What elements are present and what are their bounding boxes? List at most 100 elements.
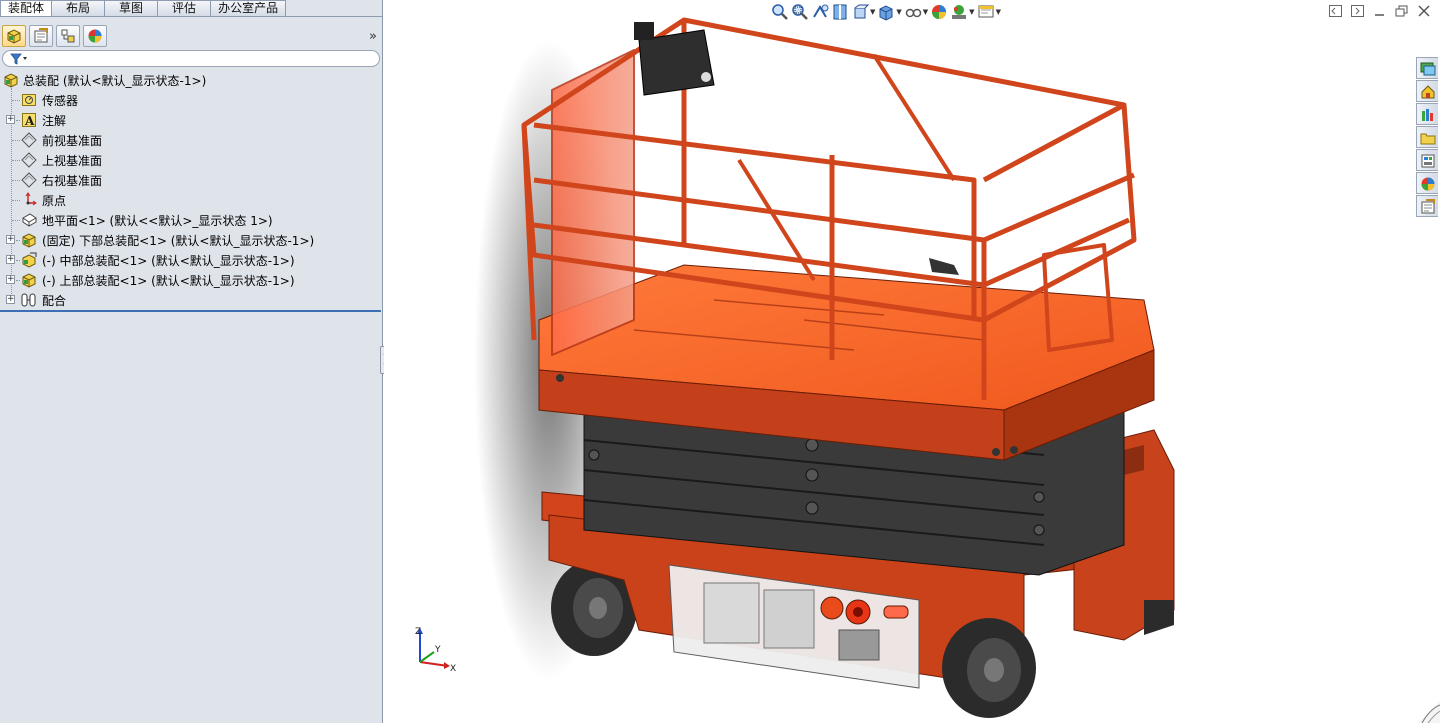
task-pane-folder-tab[interactable] <box>1416 126 1438 148</box>
feature-filter-input[interactable] <box>2 50 380 67</box>
library-icon <box>1422 109 1433 121</box>
tree-item-upper-assembly[interactable]: + (-) 上部总装配<1> (默认<默认_显示状态-1>) <box>0 270 382 290</box>
task-pane-file-explorer-tab[interactable] <box>1416 103 1438 125</box>
edit-appearance-icon <box>932 5 947 19</box>
rollback-bar[interactable] <box>0 310 381 312</box>
graphics-area[interactable]: Z Y X <box>384 0 1440 723</box>
edit-appearance-button[interactable] <box>930 1 948 23</box>
mates-icon <box>21 293 36 307</box>
zoom-to-fit-button[interactable] <box>771 1 789 23</box>
restore-button[interactable] <box>1394 4 1410 18</box>
minimize-button[interactable] <box>1372 4 1388 18</box>
tree-item-ground-plane[interactable]: 地平面<1> (默认<<默认>_显示状态 1>) <box>0 210 382 230</box>
document-window-controls <box>1328 4 1432 18</box>
expand-toggle[interactable]: + <box>6 295 15 304</box>
tree-item-label: 上视基准面 <box>42 154 103 168</box>
scissor-lift-model <box>474 17 1175 718</box>
tree-item-mates[interactable]: + 配合 <box>0 290 382 310</box>
task-pane-custom-properties-tab[interactable] <box>1416 195 1438 217</box>
expand-toggle[interactable]: + <box>6 115 15 124</box>
tree-item-sensors[interactable]: 传感器 <box>0 90 382 110</box>
section-view-button[interactable] <box>831 1 849 23</box>
tree-item-top-plane[interactable]: 上视基准面 <box>0 150 382 170</box>
plane-icon <box>21 172 37 188</box>
apply-scene-button[interactable]: ▼ <box>950 1 975 23</box>
appearances-icon <box>1421 177 1435 191</box>
filter-icon <box>10 53 27 65</box>
task-pane-appearances-tab[interactable] <box>1416 172 1438 194</box>
tree-item-lower-assembly[interactable]: + (固定) 下部总装配<1> (默认<默认_显示状态-1>) <box>0 230 382 250</box>
tree-item-right-plane[interactable]: 右视基准面 <box>0 170 382 190</box>
control-box <box>634 22 715 96</box>
tree-item-label: (固定) 下部总装配<1> (默认<默认_显示状态-1>) <box>42 234 315 248</box>
custom-properties-icon <box>1421 199 1435 214</box>
tree-item-label: (-) 中部总装配<1> (默认<默认_显示状态-1>) <box>42 254 295 268</box>
close-button[interactable] <box>1416 4 1432 18</box>
view-orientation-button[interactable]: ▼ <box>851 1 875 23</box>
view-settings-button[interactable]: ▼ <box>977 1 1001 23</box>
tab-office-products[interactable]: 办公室产品 <box>211 0 287 17</box>
feature-manager-tree-button[interactable] <box>2 25 26 47</box>
sheet-corner-curl <box>1418 701 1440 723</box>
tile-left-icon <box>1329 5 1342 17</box>
tile-right-icon <box>1351 5 1364 17</box>
feature-manager-tree-icon <box>7 29 21 44</box>
previous-view-button[interactable] <box>811 1 829 23</box>
previous-view-icon <box>813 4 829 18</box>
task-pane-resources-tab[interactable] <box>1416 57 1438 79</box>
zoom-to-area-button[interactable] <box>791 1 809 23</box>
property-manager-button[interactable] <box>29 25 53 47</box>
display-manager-button[interactable] <box>83 25 107 47</box>
hide-show-items-button[interactable]: ▼ <box>904 1 928 23</box>
section-view-icon <box>833 4 847 20</box>
tree-item-front-plane[interactable]: 前视基准面 <box>0 130 382 150</box>
close-icon <box>1418 5 1430 17</box>
solidworks-window: 装配体 布局 草图 评估 办公室产品 » 总装配 (默认<默认_显示状态-1>)… <box>0 0 1440 723</box>
expand-toggle[interactable]: + <box>6 235 15 244</box>
tree-item-annotations[interactable]: + A 注解 <box>0 110 382 130</box>
tree-item-middle-assembly[interactable]: + (-) 中部总装配<1> (默认<默认_显示状态-1>) <box>0 250 382 270</box>
expand-toggle[interactable]: + <box>6 255 15 264</box>
part-icon <box>22 213 37 227</box>
view-settings-icon <box>978 5 994 18</box>
minimize-icon <box>1375 14 1384 16</box>
tile-left-button[interactable] <box>1328 4 1344 18</box>
tree-item-label: 配合 <box>42 294 67 308</box>
restore-icon <box>1395 5 1408 17</box>
expand-pane-button[interactable]: » <box>369 29 377 44</box>
display-manager-icon <box>88 29 102 43</box>
tile-right-button[interactable] <box>1350 4 1366 18</box>
tab-evaluate[interactable]: 评估 <box>158 0 212 17</box>
triad-z-label: Z <box>415 627 421 637</box>
assembly-icon <box>4 73 18 88</box>
tab-sketch[interactable]: 草图 <box>105 0 159 17</box>
svg-text:A: A <box>24 114 35 128</box>
tree-item-origin[interactable]: 原点 <box>0 190 382 210</box>
view-palette-icon <box>1421 154 1435 168</box>
configuration-manager-icon <box>61 29 75 43</box>
zoom-to-area-icon <box>792 4 808 20</box>
tree-root[interactable]: 总装配 (默认<默认_显示状态-1>) <box>0 70 382 90</box>
view-orientation-icon <box>854 4 869 19</box>
tree-item-label: 原点 <box>42 194 67 208</box>
assembly-edit-icon <box>22 252 37 268</box>
platform-lever <box>929 258 959 275</box>
triad-x-label: X <box>450 664 456 672</box>
annotation-icon: A <box>22 113 36 128</box>
triad-y-label: Y <box>434 645 441 655</box>
tree-root-label: 总装配 (默认<默认_显示状态-1>) <box>23 74 207 88</box>
apply-scene-icon <box>952 5 967 19</box>
tree-item-label: 地平面<1> (默认<<默认>_显示状态 1>) <box>42 214 273 228</box>
task-pane-view-palette-tab[interactable] <box>1416 149 1438 171</box>
feature-manager-toolbar: » <box>0 22 383 50</box>
tab-strip-divider <box>0 16 383 17</box>
task-pane-design-library-tab[interactable] <box>1416 80 1438 102</box>
tree-item-label: 前视基准面 <box>42 134 103 148</box>
plane-icon <box>21 152 37 168</box>
task-pane-tabs <box>1416 57 1440 218</box>
tab-layout[interactable]: 布局 <box>52 0 106 17</box>
expand-toggle[interactable]: + <box>6 275 15 284</box>
configuration-manager-button[interactable] <box>56 25 80 47</box>
display-style-button[interactable]: ▼ <box>877 1 902 23</box>
tab-assembly[interactable]: 装配体 <box>0 0 53 17</box>
